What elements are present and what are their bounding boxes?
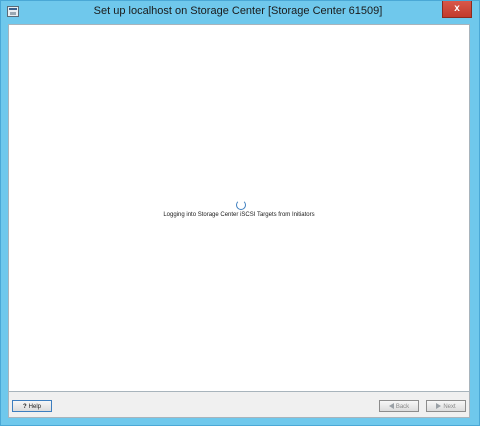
help-button-label: Help xyxy=(28,404,41,410)
arrow-left-icon xyxy=(388,403,394,410)
help-icon: ? xyxy=(22,404,27,410)
back-button[interactable]: Back xyxy=(379,400,419,412)
content-area: Logging into Storage Center iSCSI Target… xyxy=(8,24,470,392)
next-button-label: Next xyxy=(443,404,456,410)
app-icon[interactable] xyxy=(7,6,19,17)
help-button[interactable]: ? Help xyxy=(12,400,52,412)
button-bar: ? Help Back Next xyxy=(8,392,470,418)
back-button-label: Back xyxy=(395,404,410,410)
close-button[interactable]: x xyxy=(442,1,472,18)
loading-spinner-icon xyxy=(236,200,246,210)
status-message: Logging into Storage Center iSCSI Target… xyxy=(163,212,315,218)
arrow-right-icon xyxy=(436,403,442,410)
title-bar[interactable]: Set up localhost on Storage Center [Stor… xyxy=(1,1,479,23)
setup-window: Set up localhost on Storage Center [Stor… xyxy=(0,0,480,426)
next-button[interactable]: Next xyxy=(426,400,466,412)
window-title: Set up localhost on Storage Center [Stor… xyxy=(93,5,383,17)
